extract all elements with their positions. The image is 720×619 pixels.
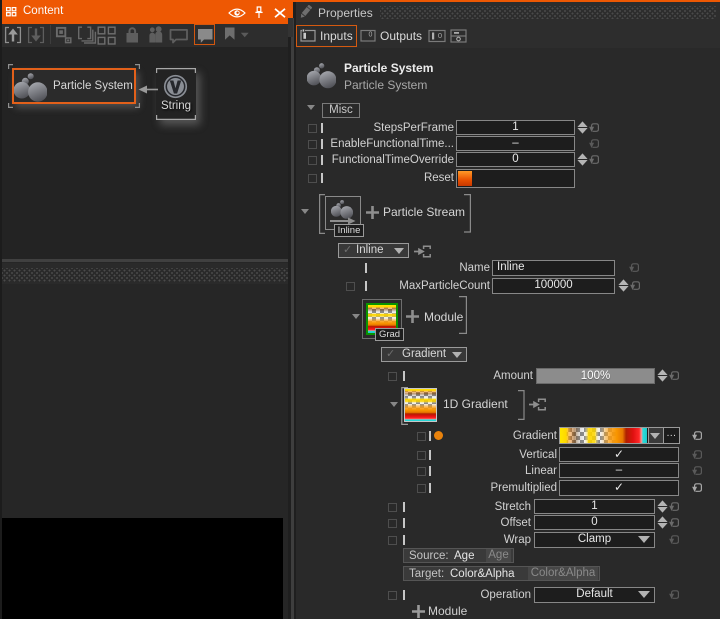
svg-text:0: 0 <box>438 31 442 40</box>
svg-text:0: 0 <box>369 32 373 39</box>
